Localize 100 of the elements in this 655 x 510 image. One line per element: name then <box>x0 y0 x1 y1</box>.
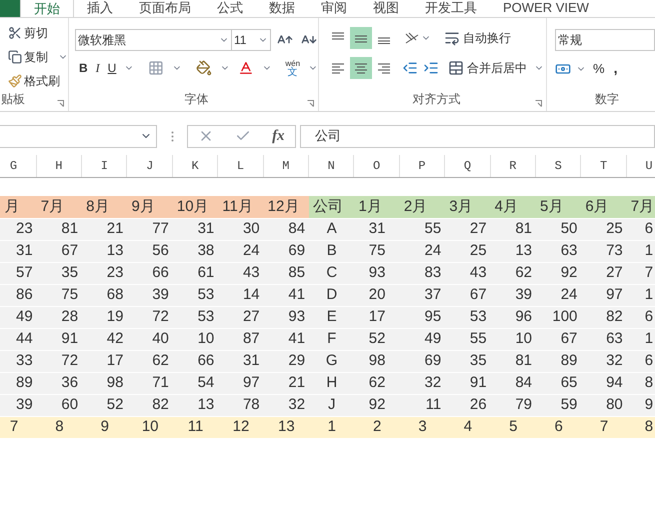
column-header[interactable]: K <box>172 155 218 177</box>
font-size-field[interactable]: 11 <box>231 29 271 51</box>
font-style-button[interactable]: I <box>96 59 100 77</box>
table-cell: 11 <box>400 395 446 416</box>
merge-cells-icon[interactable] <box>448 60 464 76</box>
table-cell: 52 <box>82 395 128 416</box>
table-cell: 38 <box>172 241 218 262</box>
table-cell: 25 <box>581 219 627 240</box>
align-lines-icon[interactable] <box>331 62 345 74</box>
column-header[interactable]: O <box>354 155 400 177</box>
table-cell: 9 <box>626 395 655 416</box>
ribbon-tab[interactable]: 开发工具 <box>412 0 490 17</box>
percent-button[interactable]: % <box>591 58 607 78</box>
insert-function-button[interactable]: fx <box>272 124 285 148</box>
formula-field[interactable]: 公司 <box>300 124 655 148</box>
column-header[interactable]: R <box>490 155 536 177</box>
table-cell: J <box>309 395 354 416</box>
comma-button[interactable]: , <box>612 58 620 79</box>
table-cell: 72 <box>127 307 173 328</box>
table-cell: 17 <box>354 307 400 328</box>
wrap-text-icon[interactable] <box>444 30 460 46</box>
column-header[interactable]: I <box>82 155 128 177</box>
table-cell: 89 <box>536 351 582 372</box>
copy-icon[interactable] <box>8 50 22 64</box>
column-header[interactable]: J <box>127 155 173 177</box>
ribbon-tab[interactable]: 数据 <box>256 0 308 17</box>
table-cell: 84 <box>264 219 310 240</box>
table-cell: 57 <box>0 263 37 284</box>
table-cell: 53 <box>445 307 491 328</box>
column-header[interactable]: M <box>264 155 310 177</box>
table-cell: 78 <box>218 395 264 416</box>
table-cell: 23 <box>0 219 37 240</box>
column-header[interactable]: Q <box>445 155 491 177</box>
table-cell: 19 <box>82 307 128 328</box>
table-cell: 30 <box>218 219 264 240</box>
paintbrush-icon[interactable] <box>8 74 22 88</box>
table-cell: 40 <box>127 329 173 350</box>
dialog-launcher-icon[interactable] <box>57 100 64 107</box>
column-header[interactable]: U <box>626 155 655 177</box>
font-color-icon[interactable] <box>238 60 254 76</box>
merge-center-button[interactable]: 合并后居中 <box>448 59 544 77</box>
header-cell: 2月 <box>400 196 446 218</box>
more-icon[interactable] <box>170 130 174 142</box>
ribbon-tab[interactable]: 视图 <box>360 0 412 17</box>
table-cell: 26 <box>445 395 491 416</box>
table-cell: 50 <box>536 219 582 240</box>
table-cell: 66 <box>172 351 218 372</box>
table-cell: 49 <box>0 307 37 328</box>
copy-button[interactable]: 复制 <box>8 48 68 66</box>
dialog-launcher-icon[interactable] <box>535 100 542 107</box>
table-cell: 27 <box>581 263 627 284</box>
font-style-button[interactable]: U <box>108 59 116 77</box>
table-cell: 87 <box>218 329 264 350</box>
borders-icon[interactable] <box>148 60 164 76</box>
increase-indent-icon[interactable] <box>423 60 439 76</box>
cut-button[interactable]: 剪切 <box>8 24 68 42</box>
font-style-button[interactable]: B <box>79 59 88 77</box>
column-header[interactable]: S <box>536 155 582 177</box>
number-format-field[interactable]: 常规 <box>555 29 655 51</box>
wrap-text-button[interactable]: 自动换行 <box>444 29 511 47</box>
column-header[interactable]: T <box>581 155 627 177</box>
table-cell: 75 <box>36 285 82 306</box>
phonetic-button[interactable]: wén 文 <box>285 59 300 77</box>
align-lines-icon[interactable] <box>377 62 391 74</box>
align-lines-icon[interactable] <box>354 62 368 74</box>
table-cell: 69 <box>400 351 446 372</box>
table-cell: 93 <box>264 307 310 328</box>
table-cell: 14 <box>218 285 264 306</box>
scissors-icon[interactable] <box>8 26 22 40</box>
table-cell: 6 <box>626 219 655 240</box>
orientation-icon[interactable] <box>404 31 420 45</box>
font-name-field[interactable]: 微软雅黑 <box>75 29 232 51</box>
column-header[interactable]: L <box>218 155 264 177</box>
fill-color-icon[interactable] <box>196 60 212 76</box>
total-cell: 2 <box>354 417 400 438</box>
column-header[interactable]: H <box>36 155 82 177</box>
align-button[interactable] <box>350 27 372 49</box>
table-cell: 66 <box>127 263 173 284</box>
table-cell: 67 <box>445 285 491 306</box>
ribbon-tab[interactable]: POWER VIEW <box>490 0 602 17</box>
decrease-indent-icon[interactable] <box>402 60 418 76</box>
column-header[interactable]: P <box>400 155 446 177</box>
header-cell: 4月 <box>490 196 536 218</box>
ribbon-tab[interactable]: 开始 <box>20 0 74 17</box>
total-cell: 3 <box>400 417 446 438</box>
ribbon-tab[interactable]: 审阅 <box>308 0 360 17</box>
ribbon-tab[interactable]: 插入 <box>74 0 126 17</box>
column-header[interactable]: N <box>309 155 354 177</box>
table-cell: 56 <box>127 241 173 262</box>
format-painter-button[interactable]: 格式刷 <box>8 72 68 90</box>
ribbon-tab[interactable]: 页面布局 <box>126 0 204 17</box>
column-header[interactable]: G <box>0 155 37 177</box>
table-cell: 81 <box>36 219 82 240</box>
table-cell: 62 <box>354 373 400 394</box>
table-cell: 10 <box>490 329 536 350</box>
table-cell: 89 <box>0 373 37 394</box>
table-cell: 33 <box>0 351 37 372</box>
dialog-launcher-icon[interactable] <box>307 100 314 107</box>
align-button[interactable] <box>350 57 372 79</box>
ribbon-tab[interactable]: 公式 <box>204 0 256 17</box>
